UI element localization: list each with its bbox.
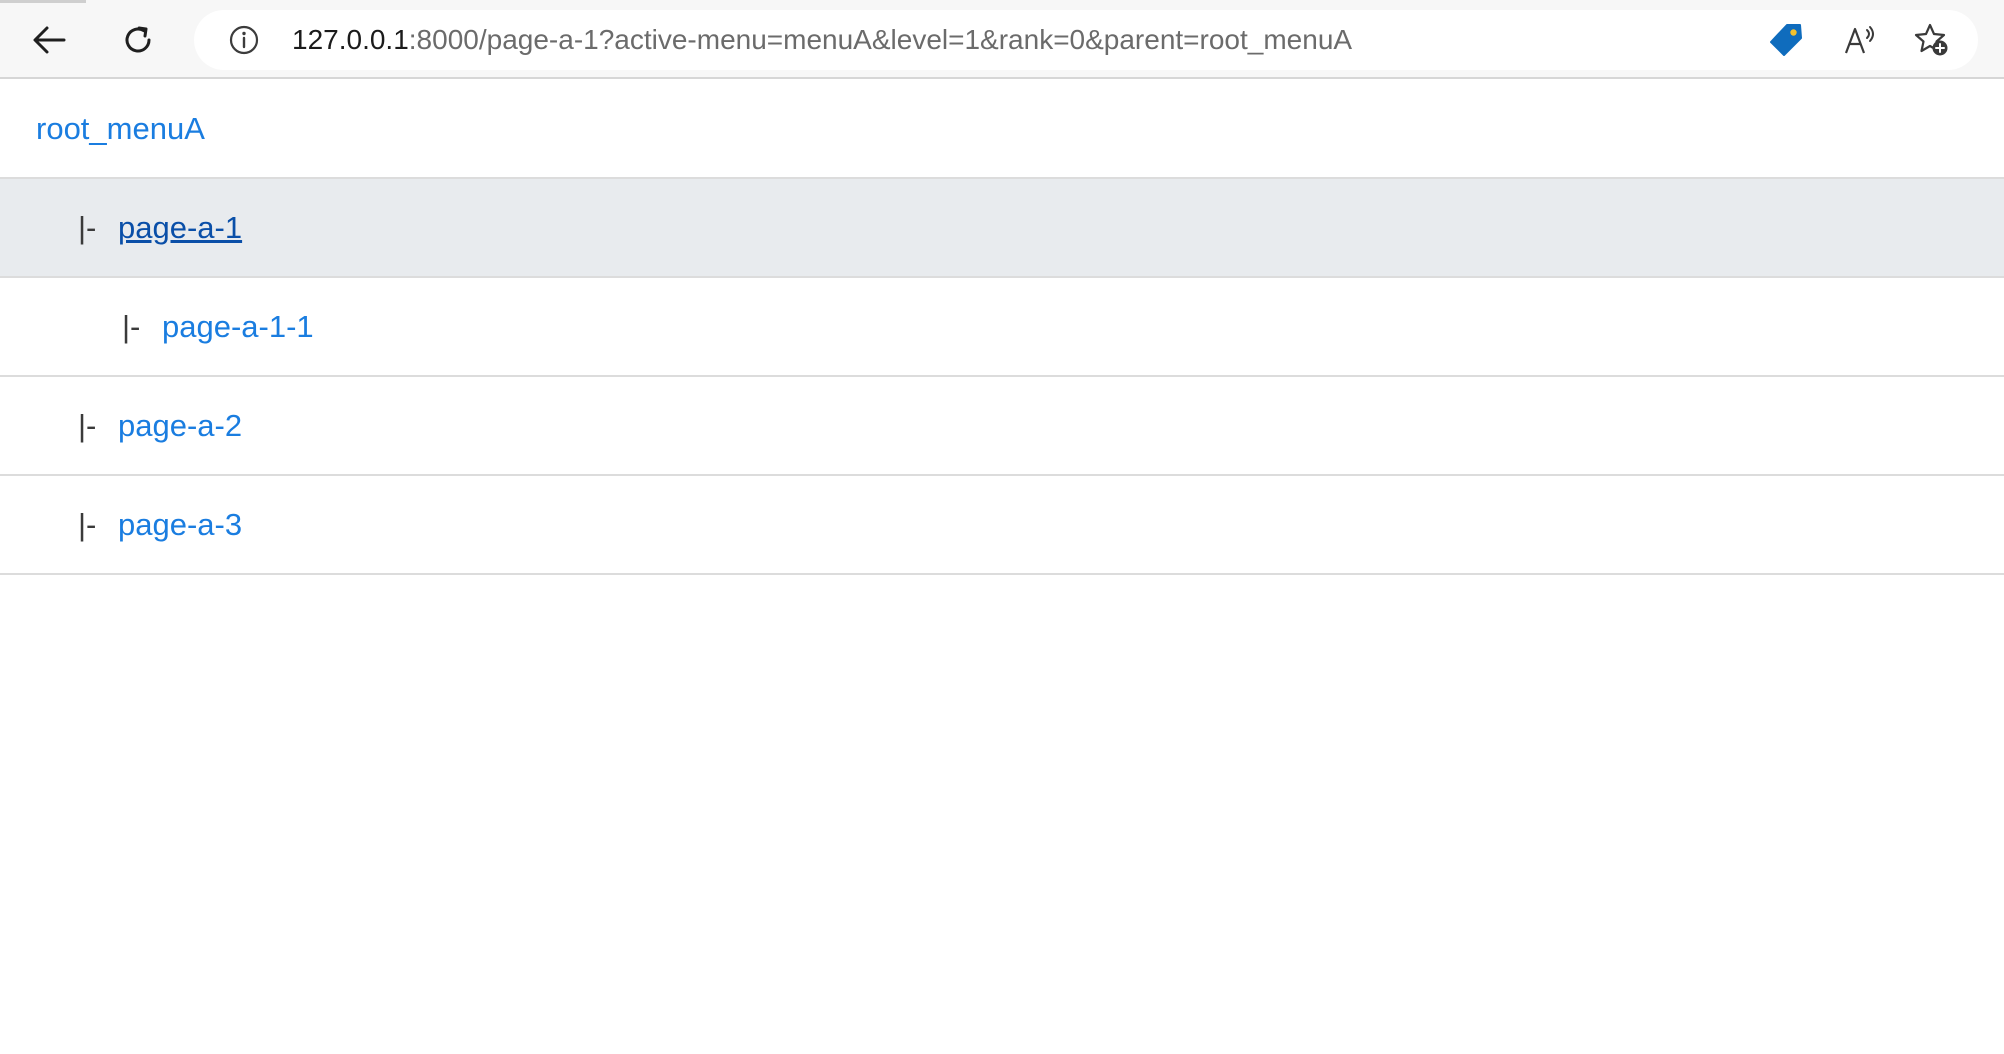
url-text[interactable]: 127.0.0.1:8000/page-a-1?active-menu=menu…: [292, 10, 1352, 70]
tree-prefix: |-: [122, 309, 141, 344]
read-aloud-button[interactable]: [1842, 22, 1878, 58]
browser-toolbar: 127.0.0.1:8000/page-a-1?active-menu=menu…: [0, 0, 2004, 79]
tree-prefix: |-: [78, 210, 97, 245]
address-bar[interactable]: 127.0.0.1:8000/page-a-1?active-menu=menu…: [194, 10, 1978, 70]
shopping-tag-button[interactable]: [1768, 22, 1804, 58]
reload-button[interactable]: [112, 14, 164, 66]
menu-item-page-a-1: |- page-a-1: [0, 179, 2004, 278]
back-button[interactable]: [24, 14, 76, 66]
back-arrow-icon: [33, 26, 66, 54]
menu-item-page-a-2: |- page-a-2: [0, 377, 2004, 476]
url-host: 127.0.0.1: [292, 24, 409, 55]
tree-prefix: |-: [78, 507, 97, 542]
menu-link-page-a-1[interactable]: page-a-1: [118, 179, 242, 276]
menu-item-page-a-3: |- page-a-3: [0, 476, 2004, 575]
menu-item-page-a-1-1: |- page-a-1-1: [0, 278, 2004, 377]
menu-link-page-a-3[interactable]: page-a-3: [118, 476, 242, 573]
menu-link-page-a-2[interactable]: page-a-2: [118, 377, 242, 474]
info-icon[interactable]: [228, 24, 260, 56]
add-favorite-icon: [1914, 23, 1948, 56]
tab-edge: [0, 0, 86, 3]
read-aloud-icon: [1844, 26, 1874, 54]
menu-link-page-a-1-1[interactable]: page-a-1-1: [162, 278, 314, 375]
tree-prefix: |-: [78, 408, 97, 443]
reload-icon: [125, 26, 151, 53]
menu-root-row: root_menuA: [0, 80, 2004, 179]
add-favorite-button[interactable]: [1914, 22, 1950, 58]
url-path: :8000/page-a-1?active-menu=menuA&level=1…: [408, 24, 1353, 55]
shopping-tag-icon: [1770, 24, 1802, 56]
menu-root-link[interactable]: root_menuA: [36, 80, 205, 177]
menu-tree: root_menuA |- page-a-1 |- page-a-1-1 |- …: [0, 80, 2004, 575]
